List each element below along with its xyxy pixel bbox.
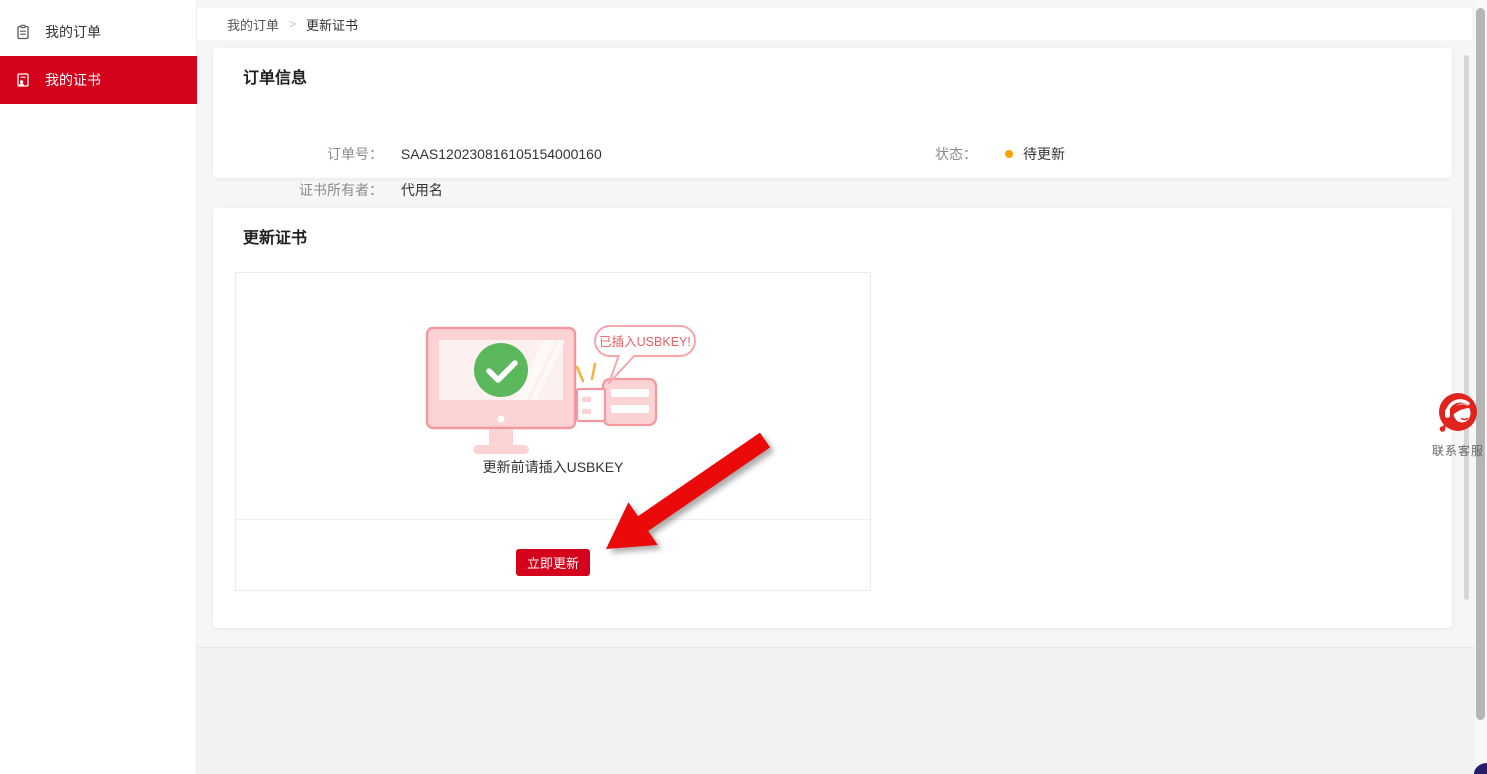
status-row: 状态： 待更新 xyxy=(935,144,1065,164)
orders-icon xyxy=(15,24,31,40)
status-badge: 待更新 xyxy=(1023,144,1065,164)
sidebar-item-my-orders[interactable]: 我的订单 xyxy=(0,9,197,55)
sparkle-icon xyxy=(577,367,583,381)
certificate-owner-row: 证书所有者： 代用名 xyxy=(228,180,443,200)
content-lower-background xyxy=(197,647,1487,774)
contact-service-widget[interactable]: 联系客服 xyxy=(1432,392,1484,459)
outer-scrollbar-thumb[interactable] xyxy=(1476,8,1485,720)
success-check-icon xyxy=(474,343,528,397)
customer-service-icon xyxy=(1437,392,1479,434)
update-now-button[interactable]: 立即更新 xyxy=(516,549,590,576)
contact-service-label: 联系客服 xyxy=(1432,442,1484,459)
order-number-row: 订单号： SAAS120230816105154000160 xyxy=(228,144,602,164)
sidebar-item-label: 我的证书 xyxy=(45,70,101,90)
page: 我的订单 我的证书 我的订单 > 更新证书 订单信息 订单号： SAAS1202 xyxy=(0,0,1487,774)
usbkey-caption: 更新前请插入USBKEY xyxy=(236,457,870,477)
usbkey-panel: 已插入USBKEY! 更新前请插入USBKEY 立即更新 xyxy=(235,272,871,591)
usbkey-illustration: 已插入USBKEY! xyxy=(412,319,707,459)
certificate-icon xyxy=(15,72,31,88)
speech-bubble-text: 已插入USBKEY! xyxy=(599,335,691,349)
breadcrumb-item-my-orders[interactable]: 我的订单 xyxy=(227,15,279,34)
breadcrumb-separator-icon: > xyxy=(289,17,296,31)
update-footer: 立即更新 xyxy=(236,519,870,590)
breadcrumb: 我的订单 > 更新证书 xyxy=(197,8,1472,40)
outer-scrollbar-track[interactable] xyxy=(1475,0,1487,774)
order-info-title: 订单信息 xyxy=(243,64,307,88)
sidebar-item-label: 我的订单 xyxy=(45,22,101,42)
breadcrumb-item-current: 更新证书 xyxy=(306,15,358,34)
sidebar: 我的订单 我的证书 xyxy=(0,0,197,774)
inner-scrollbar-thumb[interactable] xyxy=(1464,55,1469,600)
certificate-owner-value: 代用名 xyxy=(401,182,443,198)
sidebar-item-my-certificates[interactable]: 我的证书 xyxy=(0,56,197,104)
update-certificate-title: 更新证书 xyxy=(243,224,307,248)
order-number-label: 订单号： xyxy=(228,144,383,164)
certificate-owner-label: 证书所有者： xyxy=(228,180,383,200)
order-number-value: SAAS120230816105154000160 xyxy=(401,146,602,162)
status-dot-icon xyxy=(1005,150,1013,158)
update-certificate-card: 更新证书 xyxy=(213,208,1452,628)
status-label: 状态： xyxy=(935,144,977,164)
usbkey-body xyxy=(603,379,656,425)
order-info-card: 订单信息 订单号： SAAS120230816105154000160 状态： … xyxy=(213,48,1452,178)
